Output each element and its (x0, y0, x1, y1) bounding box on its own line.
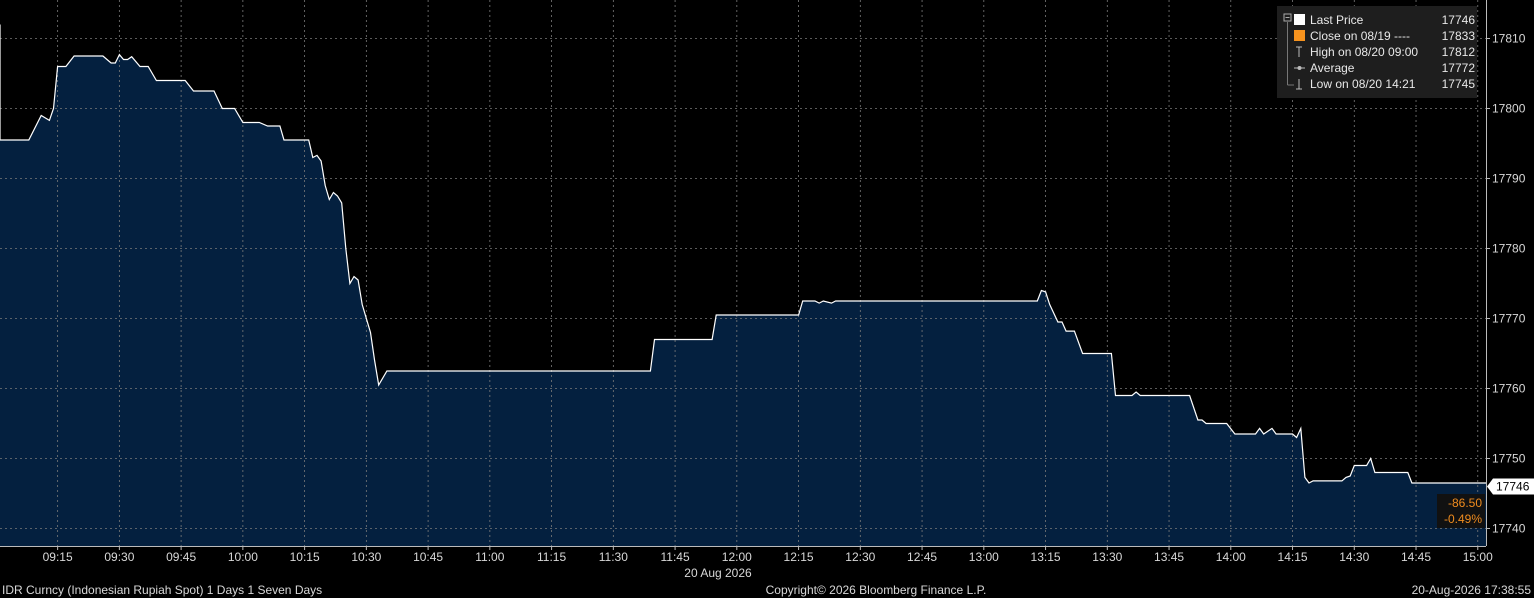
change-readout: -86.50 -0.49% (1437, 494, 1485, 528)
legend-label-4: Low on 08/20 14:21 (1310, 77, 1416, 91)
x-tick-label-10:45: 10:45 (413, 550, 443, 564)
footer-timestamp: 20-Aug-2026 17:38:55 (1412, 583, 1532, 597)
x-tick-label-12:00: 12:00 (722, 550, 752, 564)
footer-copyright: Copyright© 2026 Bloomberg Finance L.P. (766, 583, 987, 597)
x-tick-label-09:15: 09:15 (43, 550, 73, 564)
x-tick-label-09:45: 09:45 (166, 550, 196, 564)
x-tick-label-11:45: 11:45 (661, 550, 690, 564)
legend-value-3: 17772 (1442, 61, 1476, 75)
x-tick-label-10:30: 10:30 (351, 550, 381, 564)
y-tick-label-17770: 17770 (1492, 312, 1526, 326)
net-change-value: -86.50 (1448, 496, 1482, 510)
legend-label-0: Last Price (1310, 13, 1364, 27)
y-tick-label-17810: 17810 (1492, 32, 1526, 46)
legend-row-2: High on 08/20 09:00 17812 (1296, 45, 1475, 59)
x-tick-label-10:00: 10:00 (228, 550, 258, 564)
x-tick-label-14:30: 14:30 (1339, 550, 1369, 564)
x-tick-label-13:15: 13:15 (1031, 550, 1061, 564)
legend-value-1: 17833 (1442, 29, 1476, 43)
y-tick-label-17750: 17750 (1492, 452, 1526, 466)
x-tick-label-09:30: 09:30 (104, 550, 134, 564)
y-tick-label-17740: 17740 (1492, 522, 1526, 536)
x-tick-label-14:15: 14:15 (1278, 550, 1308, 564)
legend-swatch-icon (1294, 30, 1305, 41)
legend-value-4: 17745 (1442, 77, 1476, 91)
last-value-tag-text: 17746 (1496, 480, 1530, 494)
x-tick-label-11:00: 11:00 (475, 550, 504, 564)
pct-change-value: -0.49% (1444, 512, 1482, 526)
x-tick-label-14:00: 14:00 (1216, 550, 1246, 564)
x-tick-label-11:15: 11:15 (537, 550, 566, 564)
y-tick-label-17800: 17800 (1492, 102, 1526, 116)
legend-row-1: Close on 08/19 ---- 17833 (1294, 29, 1475, 43)
x-tick-label-15:00: 15:00 (1463, 550, 1493, 564)
legend-label-2: High on 08/20 09:00 (1310, 45, 1418, 59)
legend: Last Price 17746 Close on 08/19 ---- 17833 H… (1277, 6, 1477, 98)
legend-row-4: Low on 08/20 14:21 17745 (1296, 77, 1475, 91)
legend-average-icon-dot (1297, 66, 1302, 70)
x-tick-label-12:15: 12:15 (784, 550, 814, 564)
x-tick-label-13:45: 13:45 (1154, 550, 1184, 564)
x-tick-label-13:30: 13:30 (1092, 550, 1122, 564)
x-tick-label-10:15: 10:15 (290, 550, 320, 564)
x-tick-label-14:45: 14:45 (1401, 550, 1431, 564)
legend-swatch-icon (1294, 14, 1305, 25)
price-chart: 09:15 09:30 09:45 10:00 10:15 10:30 10:45 11:00… (0, 0, 1534, 598)
x-tick-label-11:30: 11:30 (599, 550, 628, 564)
x-tick-label-12:45: 12:45 (907, 550, 937, 564)
y-tick-label-17780: 17780 (1492, 242, 1526, 256)
last-value-tag: 17746 (1487, 478, 1534, 495)
x-axis-date-label: 20 Aug 2026 (684, 566, 752, 580)
legend-value-2: 17812 (1442, 45, 1476, 59)
legend-label-3: Average (1310, 61, 1355, 75)
y-tick-label-17790: 17790 (1492, 172, 1526, 186)
legend-label-1: Close on 08/19 ---- (1310, 29, 1410, 43)
y-tick-label-17760: 17760 (1492, 382, 1526, 396)
x-tick-label-12:30: 12:30 (845, 550, 875, 564)
legend-value-0: 17746 (1442, 13, 1476, 27)
footer-security-description: IDR Curncy (Indonesian Rupiah Spot) 1 Da… (2, 583, 322, 597)
x-tick-label-13:00: 13:00 (969, 550, 999, 564)
